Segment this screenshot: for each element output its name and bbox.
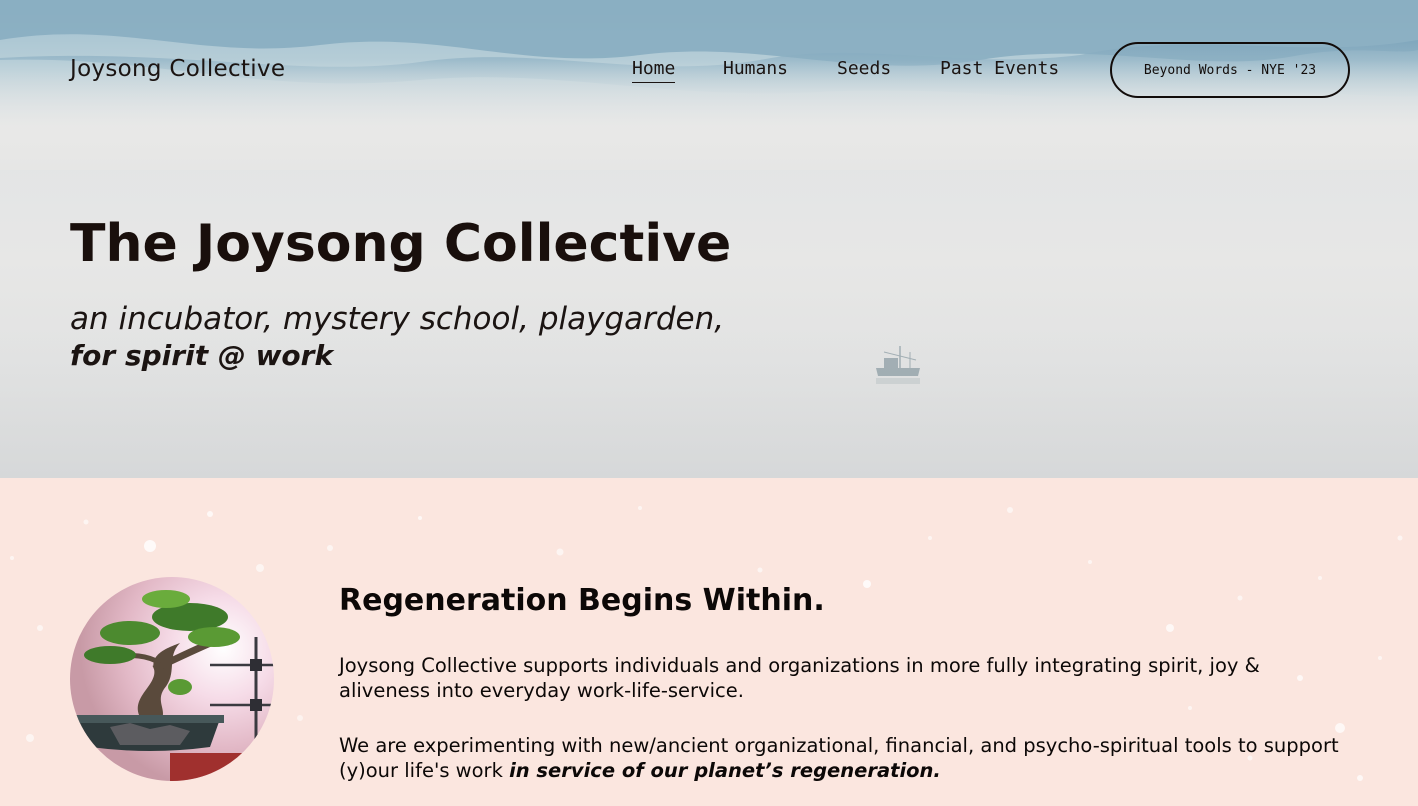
mission-emphasis: in service of our planet’s regeneration.: [509, 759, 941, 782]
nav-humans-link[interactable]: Humans: [723, 58, 788, 79]
hero-subtitle: an incubator, mystery school, playgarden…: [70, 301, 725, 337]
hero-banner: Joysong Collective Home Humans Seeds Pas…: [0, 0, 1418, 478]
hero-subtitle-bold: for spirit @ work: [70, 339, 334, 372]
nav-seeds-link[interactable]: Seeds: [837, 58, 891, 79]
nav-home-link[interactable]: Home: [632, 58, 676, 83]
mission-paragraph: We are experimenting with new/ancient or…: [339, 733, 1349, 783]
site-logo[interactable]: Joysong Collective: [70, 56, 285, 82]
intro-paragraph: Joysong Collective supports individuals …: [339, 654, 1260, 702]
bonsai-image: [70, 577, 274, 781]
nav-past-events-link[interactable]: Past Events: [940, 58, 1059, 79]
event-cta-button[interactable]: Beyond Words - NYE '23: [1110, 42, 1350, 98]
section-title: Regeneration Begins Within.: [339, 583, 825, 618]
hero-title: The Joysong Collective: [70, 214, 732, 274]
intro-section: Regeneration Begins Within. Joysong Coll…: [0, 478, 1418, 806]
